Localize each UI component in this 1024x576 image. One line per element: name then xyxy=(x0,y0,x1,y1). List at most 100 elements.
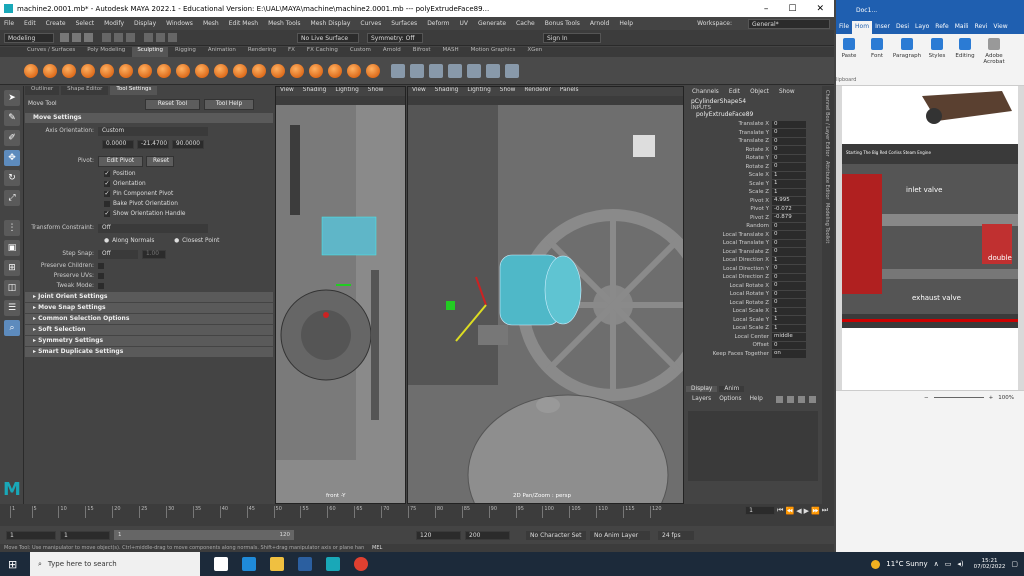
side-tab-channel-box[interactable]: Channel Box / Layer Editor xyxy=(824,90,830,157)
maya-taskbar-icon[interactable] xyxy=(326,557,340,571)
channel-row[interactable]: Scale X1 xyxy=(686,171,820,180)
document-page[interactable]: Starting The Big Red Corliss Steam Engin… xyxy=(842,86,1018,404)
channel-value[interactable]: 0 xyxy=(772,341,806,349)
preserve-children-checkbox[interactable] xyxy=(98,263,104,269)
flatten-icon[interactable] xyxy=(119,63,133,78)
channel-row[interactable]: Random 0 xyxy=(686,222,820,231)
fps-dropdown[interactable]: 24 fps xyxy=(658,530,694,540)
minimize-button[interactable]: – xyxy=(764,4,769,14)
select-component-icon[interactable] xyxy=(126,33,135,42)
layout-icon[interactable]: ⋮ xyxy=(4,220,20,236)
vp-menu-renderer[interactable]: Renderer xyxy=(524,87,550,96)
time-slider[interactable]: 1 5 10 15 20 25 30 35 40 45 50 55 60 65 70 75 80 85 90 95 10… xyxy=(0,504,834,526)
edge-icon[interactable] xyxy=(242,557,256,571)
go-to-start-icon[interactable]: ⏮ xyxy=(777,506,783,515)
channel-row[interactable]: Local Translate Z0 xyxy=(686,248,820,257)
shelf-tab[interactable]: Rendering xyxy=(243,47,281,57)
transform-constraint-dropdown[interactable]: Off xyxy=(98,223,208,233)
go-to-end-icon[interactable]: ⏭ xyxy=(822,506,828,515)
shelf-tab[interactable]: Animation xyxy=(203,47,241,57)
shelf-tab[interactable]: Curves / Surfaces xyxy=(22,47,80,57)
symmetry-dropdown[interactable]: Symmetry: Off xyxy=(367,32,423,43)
paste-button[interactable]: Paste xyxy=(838,38,860,81)
vp-menu-view[interactable]: View xyxy=(280,87,294,96)
menu-mesh-tools[interactable]: Mesh Tools xyxy=(268,20,300,27)
channel-value[interactable]: 1 xyxy=(772,324,806,332)
maximize-button[interactable]: ☐ xyxy=(788,4,796,14)
word-tab-home[interactable]: Hom xyxy=(852,21,873,34)
amplify-icon[interactable] xyxy=(328,63,342,78)
channel-row[interactable]: Local Translate Y0 xyxy=(686,239,820,248)
repeat-icon[interactable] xyxy=(176,63,190,78)
reset-tool-button[interactable]: Reset Tool xyxy=(145,98,200,110)
file-explorer-icon[interactable] xyxy=(270,557,284,571)
tab-anim[interactable]: Anim xyxy=(719,385,745,392)
vp-menu-lighting[interactable]: Lighting xyxy=(335,87,358,96)
stamp-icon[interactable] xyxy=(467,63,481,78)
channel-row[interactable]: Pivot Y -0.072 xyxy=(686,205,820,214)
shelf-tab[interactable]: XGen xyxy=(522,47,547,57)
channel-value[interactable]: 0 xyxy=(772,248,806,256)
cb-object-name[interactable]: pCylinderShape54 xyxy=(686,98,820,105)
volume-icon[interactable]: ◂) xyxy=(957,560,963,568)
chrome-icon[interactable] xyxy=(354,557,368,571)
document-area[interactable]: Starting The Big Red Corliss Steam Engin… xyxy=(836,86,1024,404)
section-soft-selection[interactable]: ▸ Soft Selection xyxy=(25,325,273,335)
wax-icon[interactable] xyxy=(214,63,228,78)
shelf-tab[interactable]: FX xyxy=(283,47,300,57)
blend-icon[interactable] xyxy=(448,63,462,78)
mask-icon[interactable] xyxy=(391,63,405,78)
zoom-out-icon[interactable]: − xyxy=(924,395,929,401)
snap-curve-icon[interactable] xyxy=(156,33,165,42)
shader-icon[interactable] xyxy=(486,63,500,78)
editing-button[interactable]: Editing xyxy=(954,38,976,81)
freeze-icon[interactable] xyxy=(347,63,361,78)
paint-select-icon[interactable]: ✐ xyxy=(4,130,20,146)
channel-value[interactable]: 0 xyxy=(772,273,806,281)
channel-value[interactable]: 0 xyxy=(772,290,806,298)
vp-menu-lighting[interactable]: Lighting xyxy=(467,87,490,96)
vp-menu-shading[interactable]: Shading xyxy=(303,87,327,96)
move-tool-icon[interactable]: ✥ xyxy=(4,150,20,166)
new-layer-selected-icon[interactable] xyxy=(809,395,816,403)
preserve-uvs-checkbox[interactable] xyxy=(98,273,104,279)
channel-row[interactable]: Local Rotate X0 xyxy=(686,282,820,291)
menu-windows[interactable]: Windows xyxy=(166,20,193,27)
weather-text[interactable]: 11°C Sunny xyxy=(886,560,927,568)
menu-generate[interactable]: Generate xyxy=(478,20,506,27)
menu-mesh[interactable]: Mesh xyxy=(203,20,219,27)
step-snap-field[interactable]: 1.00 xyxy=(142,249,166,259)
menu-mesh-display[interactable]: Mesh Display xyxy=(311,20,351,27)
section-smart-duplicate[interactable]: ▸ Smart Duplicate Settings xyxy=(25,347,273,357)
viewport-toolbar[interactable] xyxy=(408,96,683,105)
menu-bonus-tools[interactable]: Bonus Tools xyxy=(545,20,580,27)
channel-row[interactable]: Keep Faces Together on xyxy=(686,350,820,359)
end-time-field[interactable]: 200 xyxy=(465,530,510,540)
menu-arnold[interactable]: Arnold xyxy=(590,20,609,27)
pinch-icon[interactable] xyxy=(100,63,114,78)
taskbar-search[interactable]: ⌕ Type here to search xyxy=(30,552,200,576)
shelf-tab[interactable]: Bifrost xyxy=(408,47,436,57)
channel-value[interactable]: 0 xyxy=(772,137,806,145)
section-common-selection[interactable]: ▸ Common Selection Options xyxy=(25,314,273,324)
channel-row[interactable]: Local Scale X1 xyxy=(686,307,820,316)
channel-row[interactable]: Offset 0 xyxy=(686,341,820,350)
grid-icon[interactable] xyxy=(410,63,424,78)
cb-menu-channels[interactable]: Channels xyxy=(692,89,719,95)
word-tab-layout[interactable]: Layo xyxy=(912,21,932,34)
shelf-tab[interactable]: Arnold xyxy=(378,47,406,57)
tweak-mode-checkbox[interactable] xyxy=(98,283,104,289)
side-tab-modeling-toolkit[interactable]: Modeling Toolkit xyxy=(824,203,830,243)
word-tab-file[interactable]: File xyxy=(836,21,852,34)
reset-pivot-button[interactable]: Reset xyxy=(146,155,174,167)
menu-deform[interactable]: Deform xyxy=(427,20,449,27)
zoom-level[interactable]: 100% xyxy=(998,395,1014,401)
channel-row[interactable]: Local Rotate Z0 xyxy=(686,299,820,308)
channel-value[interactable]: 0 xyxy=(772,239,806,247)
channel-row[interactable]: Local Scale Z1 xyxy=(686,324,820,333)
section-joint-orient[interactable]: ▸ Joint Orient Settings xyxy=(25,292,273,302)
word-tab-review[interactable]: Revi xyxy=(972,21,991,34)
channel-row[interactable]: Local Direction Z0 xyxy=(686,273,820,282)
menu-surfaces[interactable]: Surfaces xyxy=(391,20,417,27)
new-layer-icon[interactable] xyxy=(798,395,805,403)
